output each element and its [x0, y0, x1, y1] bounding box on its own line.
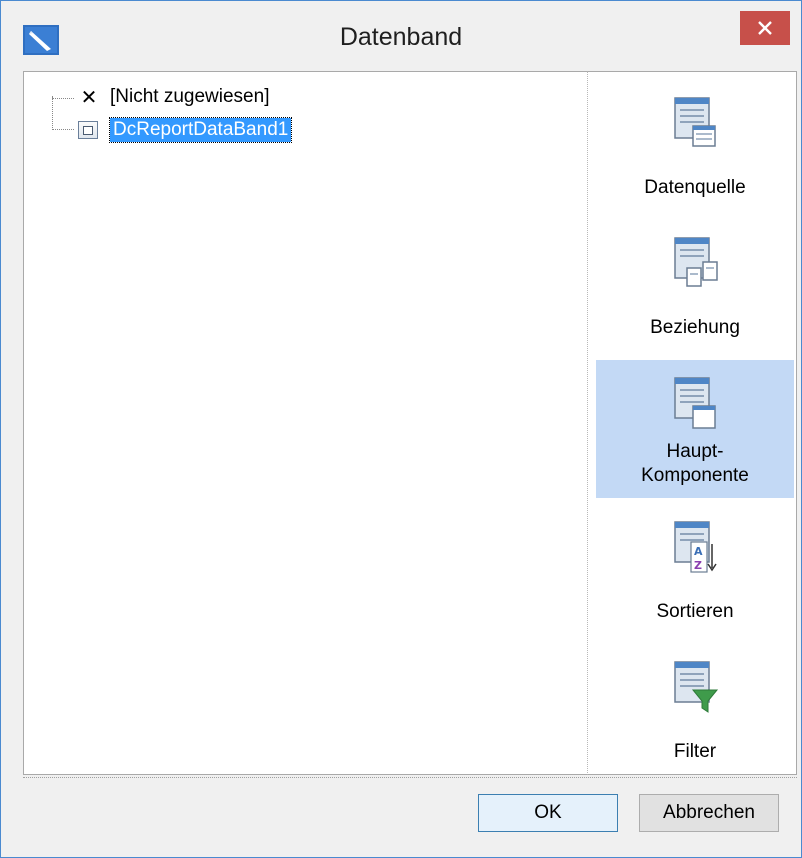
tree-node-label: [Nicht zugewiesen] [110, 86, 270, 107]
dialog-title: Datenband [339, 23, 463, 51]
cancel-button[interactable]: Abbrechen [639, 794, 779, 832]
tree-node-label: DcReportDataBand1 [108, 117, 293, 143]
sortieren-button[interactable]: A Z Sortieren [596, 504, 794, 634]
dialog-window: Datenband ✕ [Nicht zugewiesen] DcReportD… [0, 0, 802, 858]
svg-text:Z: Z [694, 559, 702, 572]
filter-button[interactable]: Filter [596, 644, 794, 774]
tree-node-databand[interactable]: DcReportDataBand1 [78, 117, 293, 143]
beziehung-button[interactable]: Beziehung [596, 220, 794, 350]
ok-button[interactable]: OK [478, 794, 618, 832]
relation-icon [674, 237, 718, 287]
filter-label: Filter [673, 741, 717, 762]
band-tree[interactable]: ✕ [Nicht zugewiesen] DcReportDataBand1 [23, 71, 587, 775]
data-band-icon [78, 121, 98, 139]
data-source-icon [674, 97, 716, 147]
datenquelle-button[interactable]: Datenquelle [596, 80, 794, 210]
beziehung-label: Beziehung [650, 317, 740, 338]
footer-divider [23, 777, 797, 778]
svg-text:A: A [694, 545, 703, 558]
filter-funnel-icon [674, 661, 719, 713]
datenquelle-label: Datenquelle [644, 177, 746, 198]
side-toolbar: Datenquelle Beziehung Haupt- Komponente … [587, 71, 797, 775]
tree-connector [52, 98, 74, 99]
title-bar: Datenband [1, 1, 801, 69]
tree-connector [52, 129, 74, 130]
sort-az-icon: A Z [674, 521, 717, 573]
master-component-icon [674, 377, 716, 429]
close-button[interactable] [740, 11, 790, 45]
dialog-content: ✕ [Nicht zugewiesen] DcReportDataBand1 D… [23, 71, 797, 851]
haupt-komponente-label-line2: Komponente [641, 465, 749, 486]
haupt-komponente-label-line1: Haupt- [666, 441, 724, 462]
sortieren-label: Sortieren [656, 601, 734, 622]
tree-node-unassigned[interactable]: ✕ [Nicht zugewiesen] [78, 85, 270, 109]
haupt-komponente-button[interactable]: Haupt- Komponente [596, 360, 794, 498]
x-mark-icon: ✕ [80, 85, 98, 109]
tree-connector [52, 96, 53, 130]
close-icon [758, 21, 772, 35]
